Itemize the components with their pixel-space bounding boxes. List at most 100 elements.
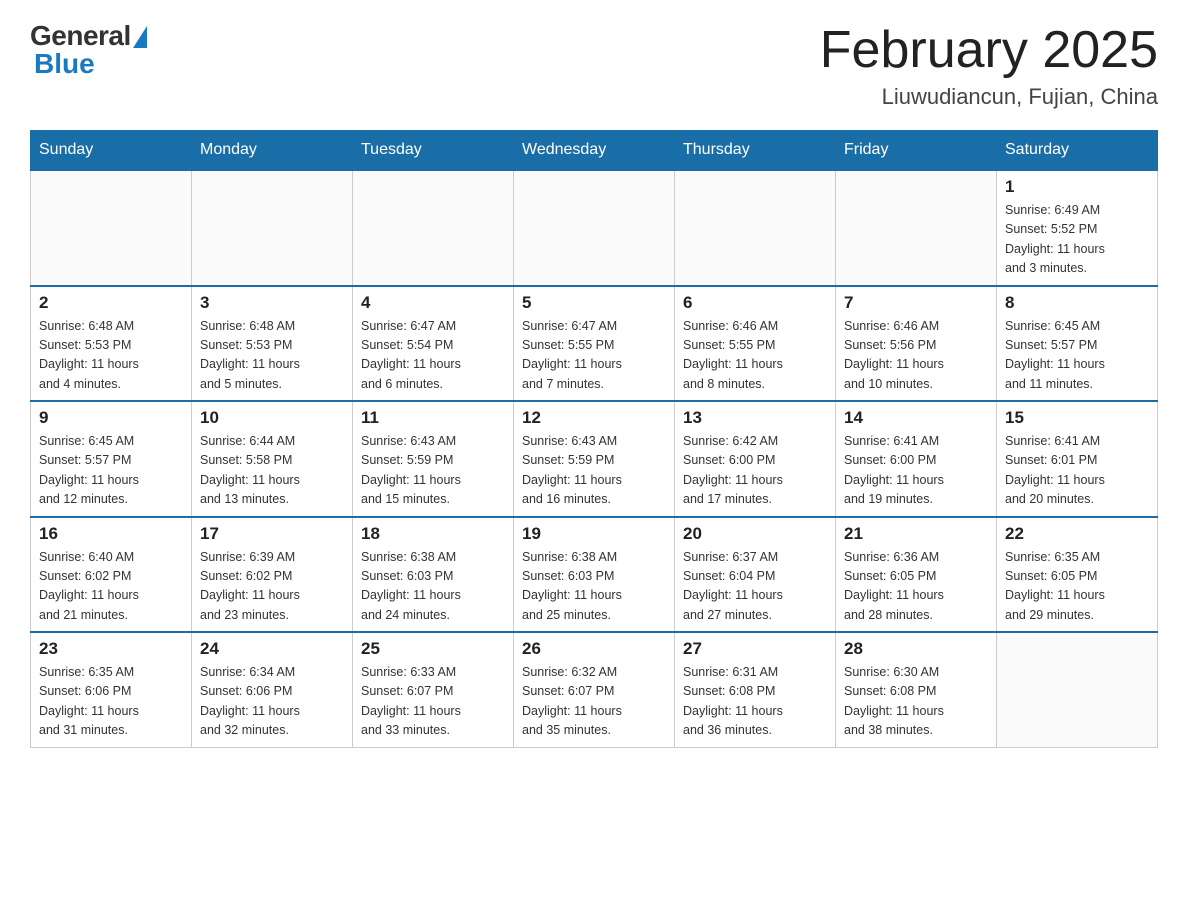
- day-number: 11: [361, 408, 505, 428]
- weekday-header-saturday: Saturday: [997, 131, 1158, 171]
- week-row-1: 1Sunrise: 6:49 AMSunset: 5:52 PMDaylight…: [31, 170, 1158, 286]
- calendar-cell: 1Sunrise: 6:49 AMSunset: 5:52 PMDaylight…: [997, 170, 1158, 286]
- day-number: 24: [200, 639, 344, 659]
- calendar-cell: [997, 632, 1158, 747]
- calendar-cell: 21 Sunrise: 6:36 AMSunset: 6:05 PMDayligh…: [836, 517, 997, 633]
- calendar-cell: 2Sunrise: 6:48 AMSunset: 5:53 PMDaylight…: [31, 286, 192, 402]
- calendar-cell: 14 Sunrise: 6:41 AMSunset: 6:00 PMDayligh…: [836, 401, 997, 517]
- calendar-cell: [31, 170, 192, 286]
- weekday-header-sunday: Sunday: [31, 131, 192, 171]
- day-info: Sunrise: 6:38 AMSunset: 6:03 PMDaylight:…: [361, 548, 505, 626]
- day-number: 19: [522, 524, 666, 544]
- calendar-cell: 5 Sunrise: 6:47 AMSunset: 5:55 PMDaylight…: [514, 286, 675, 402]
- day-number: 12: [522, 408, 666, 428]
- day-info: Sunrise: 6:45 AMSunset: 5:57 PMDaylight:…: [39, 432, 183, 510]
- calendar-cell: 11 Sunrise: 6:43 AMSunset: 5:59 PMDayligh…: [353, 401, 514, 517]
- calendar-cell: 3 Sunrise: 6:48 AMSunset: 5:53 PMDaylight…: [192, 286, 353, 402]
- calendar-cell: 24 Sunrise: 6:34 AMSunset: 6:06 PMDayligh…: [192, 632, 353, 747]
- day-number: 6: [683, 293, 827, 313]
- day-info: Sunrise: 6:46 AMSunset: 5:55 PMDaylight:…: [683, 317, 827, 395]
- day-info: Sunrise: 6:47 AMSunset: 5:55 PMDaylight:…: [522, 317, 666, 395]
- calendar-cell: 16 Sunrise: 6:40 AMSunset: 6:02 PMDayligh…: [31, 517, 192, 633]
- day-number: 21: [844, 524, 988, 544]
- day-info: Sunrise: 6:41 AMSunset: 6:00 PMDaylight:…: [844, 432, 988, 510]
- day-info: Sunrise: 6:41 AMSunset: 6:01 PMDaylight:…: [1005, 432, 1149, 510]
- weekday-header-row: SundayMondayTuesdayWednesdayThursdayFrid…: [31, 131, 1158, 171]
- calendar-cell: 8Sunrise: 6:45 AMSunset: 5:57 PMDaylight…: [997, 286, 1158, 402]
- calendar-cell: [675, 170, 836, 286]
- week-row-2: 2Sunrise: 6:48 AMSunset: 5:53 PMDaylight…: [31, 286, 1158, 402]
- day-number: 1: [1005, 177, 1149, 197]
- logo: General Blue: [30, 20, 147, 80]
- calendar-cell: [514, 170, 675, 286]
- day-info: Sunrise: 6:34 AMSunset: 6:06 PMDaylight:…: [200, 663, 344, 741]
- day-number: 20: [683, 524, 827, 544]
- day-number: 28: [844, 639, 988, 659]
- month-title: February 2025: [820, 20, 1158, 80]
- day-info: Sunrise: 6:33 AMSunset: 6:07 PMDaylight:…: [361, 663, 505, 741]
- calendar-cell: 7 Sunrise: 6:46 AMSunset: 5:56 PMDaylight…: [836, 286, 997, 402]
- calendar-table: SundayMondayTuesdayWednesdayThursdayFrid…: [30, 130, 1158, 748]
- day-info: Sunrise: 6:38 AMSunset: 6:03 PMDaylight:…: [522, 548, 666, 626]
- day-number: 25: [361, 639, 505, 659]
- weekday-header-wednesday: Wednesday: [514, 131, 675, 171]
- calendar-cell: 25 Sunrise: 6:33 AMSunset: 6:07 PMDayligh…: [353, 632, 514, 747]
- day-number: 5: [522, 293, 666, 313]
- calendar-cell: 12 Sunrise: 6:43 AMSunset: 5:59 PMDayligh…: [514, 401, 675, 517]
- day-number: 7: [844, 293, 988, 313]
- calendar-cell: 6 Sunrise: 6:46 AMSunset: 5:55 PMDaylight…: [675, 286, 836, 402]
- calendar-cell: 23Sunrise: 6:35 AMSunset: 6:06 PMDayligh…: [31, 632, 192, 747]
- day-info: Sunrise: 6:39 AMSunset: 6:02 PMDaylight:…: [200, 548, 344, 626]
- day-number: 26: [522, 639, 666, 659]
- day-info: Sunrise: 6:46 AMSunset: 5:56 PMDaylight:…: [844, 317, 988, 395]
- day-number: 18: [361, 524, 505, 544]
- day-info: Sunrise: 6:40 AMSunset: 6:02 PMDaylight:…: [39, 548, 183, 626]
- day-info: Sunrise: 6:48 AMSunset: 5:53 PMDaylight:…: [39, 317, 183, 395]
- title-block: February 2025 Liuwudiancun, Fujian, Chin…: [820, 20, 1158, 110]
- day-info: Sunrise: 6:43 AMSunset: 5:59 PMDaylight:…: [522, 432, 666, 510]
- calendar-cell: [836, 170, 997, 286]
- calendar-cell: 4 Sunrise: 6:47 AMSunset: 5:54 PMDaylight…: [353, 286, 514, 402]
- weekday-header-monday: Monday: [192, 131, 353, 171]
- day-info: Sunrise: 6:36 AMSunset: 6:05 PMDaylight:…: [844, 548, 988, 626]
- day-info: Sunrise: 6:43 AMSunset: 5:59 PMDaylight:…: [361, 432, 505, 510]
- weekday-header-friday: Friday: [836, 131, 997, 171]
- day-info: Sunrise: 6:35 AMSunset: 6:05 PMDaylight:…: [1005, 548, 1149, 626]
- calendar-cell: 26 Sunrise: 6:32 AMSunset: 6:07 PMDayligh…: [514, 632, 675, 747]
- weekday-header-tuesday: Tuesday: [353, 131, 514, 171]
- calendar-cell: 13 Sunrise: 6:42 AMSunset: 6:00 PMDayligh…: [675, 401, 836, 517]
- day-number: 15: [1005, 408, 1149, 428]
- calendar-cell: 18 Sunrise: 6:38 AMSunset: 6:03 PMDayligh…: [353, 517, 514, 633]
- calendar-cell: [353, 170, 514, 286]
- day-number: 14: [844, 408, 988, 428]
- day-number: 17: [200, 524, 344, 544]
- day-number: 13: [683, 408, 827, 428]
- day-number: 27: [683, 639, 827, 659]
- calendar-cell: 27 Sunrise: 6:31 AMSunset: 6:08 PMDayligh…: [675, 632, 836, 747]
- day-number: 16: [39, 524, 183, 544]
- day-info: Sunrise: 6:30 AMSunset: 6:08 PMDaylight:…: [844, 663, 988, 741]
- week-row-5: 23Sunrise: 6:35 AMSunset: 6:06 PMDayligh…: [31, 632, 1158, 747]
- logo-blue-text: Blue: [34, 48, 95, 80]
- day-info: Sunrise: 6:47 AMSunset: 5:54 PMDaylight:…: [361, 317, 505, 395]
- logo-triangle-icon: [133, 26, 147, 48]
- week-row-3: 9Sunrise: 6:45 AMSunset: 5:57 PMDaylight…: [31, 401, 1158, 517]
- day-info: Sunrise: 6:44 AMSunset: 5:58 PMDaylight:…: [200, 432, 344, 510]
- day-number: 22: [1005, 524, 1149, 544]
- day-number: 8: [1005, 293, 1149, 313]
- day-info: Sunrise: 6:42 AMSunset: 6:00 PMDaylight:…: [683, 432, 827, 510]
- day-number: 3: [200, 293, 344, 313]
- week-row-4: 16 Sunrise: 6:40 AMSunset: 6:02 PMDayligh…: [31, 517, 1158, 633]
- day-info: Sunrise: 6:37 AMSunset: 6:04 PMDaylight:…: [683, 548, 827, 626]
- day-number: 10: [200, 408, 344, 428]
- calendar-cell: 22 Sunrise: 6:35 AMSunset: 6:05 PMDayligh…: [997, 517, 1158, 633]
- calendar-cell: 17 Sunrise: 6:39 AMSunset: 6:02 PMDayligh…: [192, 517, 353, 633]
- location-text: Liuwudiancun, Fujian, China: [820, 84, 1158, 110]
- page-header: General Blue February 2025 Liuwudiancun,…: [30, 20, 1158, 110]
- day-number: 4: [361, 293, 505, 313]
- calendar-cell: 15 Sunrise: 6:41 AMSunset: 6:01 PMDayligh…: [997, 401, 1158, 517]
- day-info: Sunrise: 6:32 AMSunset: 6:07 PMDaylight:…: [522, 663, 666, 741]
- day-info: Sunrise: 6:48 AMSunset: 5:53 PMDaylight:…: [200, 317, 344, 395]
- day-info: Sunrise: 6:31 AMSunset: 6:08 PMDaylight:…: [683, 663, 827, 741]
- day-number: 23: [39, 639, 183, 659]
